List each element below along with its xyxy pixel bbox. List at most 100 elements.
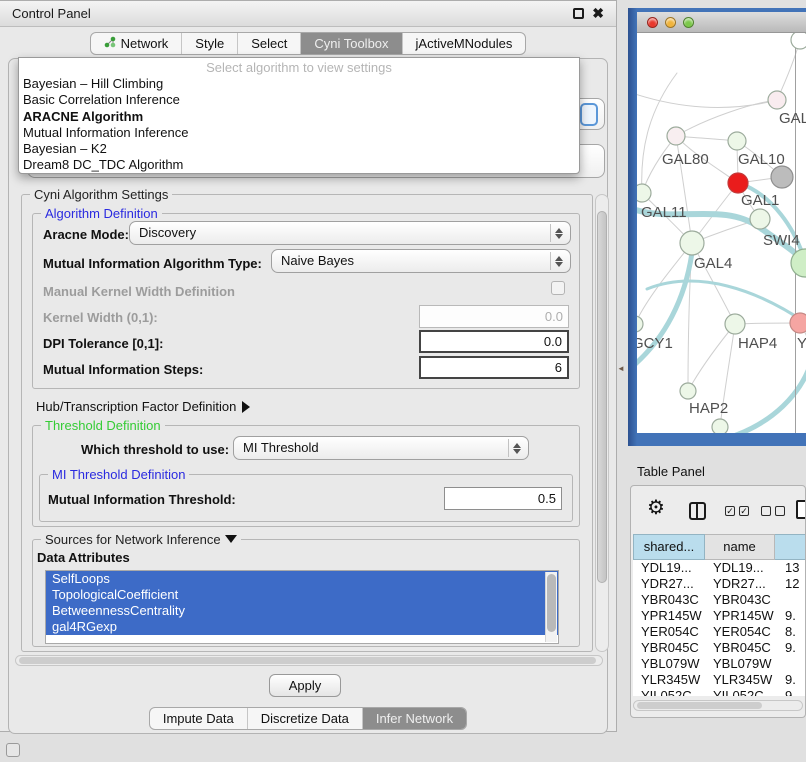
network-node-HAP2[interactable] — [680, 383, 696, 399]
network-node-HAP4[interactable] — [725, 314, 745, 334]
table-row[interactable]: YBL079WYBL079W — [633, 656, 805, 672]
attribute-item[interactable]: gal4RGexp — [46, 619, 558, 635]
gear-icon[interactable]: ⚙ — [647, 498, 665, 518]
table-column-header[interactable]: name — [705, 534, 775, 560]
aracne-mode-select[interactable]: Discovery — [129, 221, 571, 245]
mac-zoom-button[interactable] — [683, 17, 694, 28]
column-layout-icon[interactable] — [689, 502, 706, 520]
tab-label: Infer Network — [376, 711, 453, 726]
table-row[interactable]: YDR27...YDR27...12 — [633, 576, 805, 592]
algorithm-option[interactable]: ARACNE Algorithm — [19, 109, 579, 125]
close-icon[interactable]: ✖ — [592, 8, 604, 19]
table-row[interactable]: YBR043CYBR043C — [633, 592, 805, 608]
network-node-GAL1[interactable] — [728, 173, 748, 193]
network-node-GAL80[interactable] — [667, 127, 685, 145]
tab-infer-network[interactable]: Infer Network — [362, 708, 466, 729]
network-edge[interactable] — [637, 245, 693, 371]
settings-vertical-scrollbar[interactable] — [595, 194, 609, 652]
collapse-down-icon[interactable] — [225, 535, 237, 543]
show-checked-columns-icon[interactable]: ✓✓ — [725, 506, 749, 516]
mi-type-label: Mutual Information Algorithm Type: — [43, 256, 262, 271]
attribute-item[interactable]: SelfLoops — [46, 571, 558, 587]
attribute-item[interactable]: BetweennessCentrality — [46, 603, 558, 619]
table-hscrollbar-thumb[interactable] — [637, 702, 762, 709]
algorithm-option[interactable]: Mutual Information Inference — [19, 125, 579, 141]
tab-jactivemnodules[interactable]: jActiveMNodules — [402, 33, 526, 54]
which-threshold-select[interactable]: MI Threshold — [233, 436, 529, 460]
algorithm-option[interactable]: Bayesian – K2 — [19, 141, 579, 157]
network-node-GAL4[interactable] — [680, 231, 704, 255]
table-row[interactable]: YIL052CYIL052C9. — [633, 688, 805, 696]
network-node-Y[interactable] — [790, 313, 806, 333]
table-cell: 13 — [785, 560, 799, 576]
algorithm-option[interactable]: Dream8 DC_TDC Algorithm — [19, 157, 579, 173]
table-row[interactable]: YBR045CYBR045C9. — [633, 640, 805, 656]
table-column-header[interactable] — [775, 534, 806, 560]
float-window-icon[interactable] — [573, 8, 584, 19]
network-canvas[interactable]: GALGAL80GAL10GAL1GAL11SWI4GAL4GCY1HAP4YH… — [637, 33, 806, 433]
list-scrollbar-thumb[interactable] — [547, 574, 556, 632]
mi-threshold-field[interactable]: 0.5 — [444, 487, 562, 510]
table-row[interactable]: YLR345WYLR345W9. — [633, 672, 805, 688]
settings-hscrollbar-thumb[interactable] — [19, 657, 596, 664]
network-node-label: GAL — [779, 110, 806, 127]
combo-spinner-focused[interactable] — [580, 103, 598, 126]
manual-kernel-label: Manual Kernel Width Definition — [43, 284, 235, 299]
network-node[interactable] — [791, 33, 806, 49]
network-edge[interactable] — [688, 324, 735, 391]
data-attributes-list[interactable]: SelfLoopsTopologicalCoefficientBetweenne… — [45, 570, 559, 644]
threshold-definition-group: Threshold Definition Which threshold to … — [32, 425, 580, 527]
tab-discretize-data[interactable]: Discretize Data — [247, 708, 362, 729]
algorithm-option[interactable]: Basic Correlation Inference — [19, 92, 579, 108]
kernel-width-field[interactable]: 0.0 — [419, 305, 569, 328]
algorithm-option[interactable]: Bayesian – Hill Climbing — [19, 76, 579, 92]
settings-horizontal-scrollbar[interactable] — [15, 655, 603, 666]
network-graph[interactable]: GALGAL80GAL10GAL1GAL11SWI4GAL4GCY1HAP4YH… — [637, 33, 806, 433]
hub-definition-toggle[interactable]: Hub/Transcription Factor Definition — [36, 399, 250, 414]
table-cell: 9. — [785, 688, 796, 696]
mi-threshold-label: Mutual Information Threshold: — [48, 492, 236, 507]
table-horizontal-scrollbar[interactable] — [633, 700, 803, 711]
mi-steps-label: Mutual Information Steps: — [43, 362, 203, 377]
tab-style[interactable]: Style — [181, 33, 237, 54]
tab-select[interactable]: Select — [237, 33, 300, 54]
table-column-header[interactable]: shared... — [633, 534, 705, 560]
network-node[interactable] — [712, 419, 728, 433]
apply-button[interactable]: Apply — [269, 674, 341, 697]
network-node-GAL11[interactable] — [637, 184, 651, 202]
tab-impute-data[interactable]: Impute Data — [150, 708, 247, 729]
settings-scrollbar-thumb[interactable] — [597, 211, 607, 583]
network-window-titlebar[interactable] — [637, 12, 806, 33]
tab-network[interactable]: Network — [91, 33, 182, 54]
mi-algorithm-type-select[interactable]: Naive Bayes — [271, 249, 571, 273]
table-row[interactable]: YPR145WYPR145W9. — [633, 608, 805, 624]
hide-columns-icon[interactable] — [761, 506, 785, 516]
manual-kernel-checkbox[interactable] — [551, 281, 565, 295]
attribute-item[interactable]: TopologicalCoefficient — [46, 587, 558, 603]
network-edge[interactable] — [676, 100, 777, 136]
network-node-SWI4[interactable] — [750, 209, 770, 229]
table-cell: YBR045C — [641, 640, 699, 656]
list-scrollbar[interactable] — [545, 572, 557, 642]
mac-close-button[interactable] — [647, 17, 658, 28]
dpi-tolerance-field[interactable]: 0.0 — [419, 330, 569, 353]
expand-right-icon[interactable] — [242, 401, 250, 413]
sources-title[interactable]: Sources for Network Inference — [41, 532, 241, 547]
table-row[interactable]: YER054CYER054C8. — [633, 624, 805, 640]
network-node-GCY1[interactable] — [637, 316, 643, 332]
network-node-GAL10[interactable] — [728, 132, 746, 150]
tab-label: Impute Data — [163, 711, 234, 726]
network-node[interactable] — [771, 166, 793, 188]
panel-grip-icon[interactable] — [6, 743, 20, 757]
mac-minimize-button[interactable] — [665, 17, 676, 28]
network-node-label: GAL11 — [641, 204, 687, 221]
panel-collapse-arrow[interactable]: ◄ — [617, 364, 625, 373]
tab-cyni-toolbox[interactable]: Cyni Toolbox — [300, 33, 401, 54]
network-node-GAL[interactable] — [768, 91, 786, 109]
table-row[interactable]: YDL19...YDL19...13 — [633, 560, 805, 576]
mi-steps-field[interactable]: 6 — [419, 356, 569, 379]
hub-definition-label: Hub/Transcription Factor Definition — [36, 399, 236, 414]
network-edge[interactable] — [777, 40, 800, 100]
table-cell: 8. — [785, 624, 796, 640]
export-table-icon[interactable] — [796, 500, 806, 519]
